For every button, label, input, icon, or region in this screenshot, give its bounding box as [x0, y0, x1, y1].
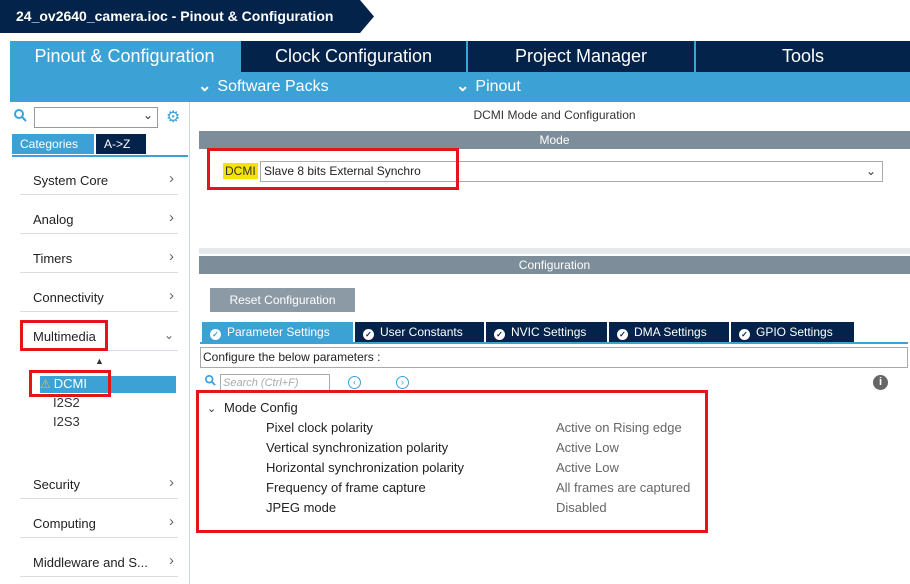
category-search-input[interactable]: ⌄ [34, 107, 158, 128]
pinout-menu[interactable]: ⌄ Pinout [456, 75, 521, 99]
category-analog[interactable]: Analog › [20, 204, 178, 234]
category-label: System Core [33, 173, 109, 188]
search-icon [14, 109, 27, 125]
info-icon[interactable]: i [873, 375, 888, 390]
category-computing[interactable]: Computing › [20, 508, 178, 538]
category-system-core[interactable]: System Core › [20, 165, 178, 195]
software-packs-label: Software Packs [217, 78, 329, 95]
check-circle-icon: ✓ [739, 329, 750, 340]
pinout-label: Pinout [475, 78, 521, 95]
tab-tools[interactable]: Tools [696, 41, 910, 72]
category-label: Analog [33, 212, 74, 227]
category-middleware[interactable]: Middleware and S... › [20, 547, 178, 577]
configuration-header: Configuration [199, 256, 910, 274]
multimedia-item-i2s2[interactable]: I2S2 [53, 395, 80, 412]
check-circle-icon: ✓ [494, 329, 505, 340]
check-circle-icon: ✓ [363, 329, 374, 340]
tab-label: DMA Settings [634, 325, 707, 339]
dcmi-config-panel: DCMI Mode and Configuration Mode DCMI Sl… [196, 102, 910, 584]
collapse-caret-icon: ▲ [95, 356, 104, 366]
section-divider [199, 248, 910, 254]
highlight-box-dcmi [29, 370, 111, 397]
configure-instructions: Configure the below parameters : [200, 347, 908, 368]
tab-underline [12, 155, 188, 157]
breadcrumb[interactable]: 24_ov2640_camera.ioc - Pinout & Configur… [0, 0, 360, 33]
tab-gpio-settings[interactable]: ✓ GPIO Settings [731, 322, 854, 342]
search-icon [205, 375, 216, 389]
breadcrumb-chevron-icon [360, 0, 374, 33]
chevron-right-icon: › [169, 513, 174, 530]
top-bar: 24_ov2640_camera.ioc - Pinout & Configur… [0, 0, 910, 33]
tab-parameter-settings[interactable]: ✓ Parameter Settings [202, 322, 353, 342]
chevron-right-icon: › [169, 209, 174, 226]
tab-label: User Constants [380, 325, 463, 339]
category-label: Computing [33, 516, 96, 531]
chevron-down-icon[interactable]: ⌄ [866, 162, 876, 181]
previous-match-icon[interactable]: ‹ [348, 376, 361, 389]
category-timers[interactable]: Timers › [20, 243, 178, 273]
chevron-right-icon: › [169, 552, 174, 569]
tab-label: Parameter Settings [227, 325, 330, 339]
next-match-icon[interactable]: › [396, 376, 409, 389]
category-security[interactable]: Security › [20, 469, 178, 499]
tab-pinout-configuration[interactable]: Pinout & Configuration [10, 41, 239, 72]
category-connectivity[interactable]: Connectivity › [20, 282, 178, 312]
tab-project-manager[interactable]: Project Manager [468, 41, 694, 72]
chevron-down-icon: ⌄ [456, 78, 470, 95]
check-circle-icon: ✓ [617, 329, 628, 340]
category-search-row: ⌄ ⚙ [10, 105, 190, 129]
chevron-right-icon: › [169, 170, 174, 187]
tab-clock-configuration[interactable]: Clock Configuration [241, 41, 466, 72]
highlight-box-mode-config [196, 390, 708, 533]
chevron-down-icon[interactable]: ⌄ [143, 108, 153, 122]
multimedia-item-i2s3[interactable]: I2S3 [53, 414, 80, 431]
highlight-box-multimedia [20, 320, 108, 351]
category-label: Security [33, 477, 80, 492]
tab-label: GPIO Settings [756, 325, 833, 339]
reset-configuration-button[interactable]: Reset Configuration [210, 288, 355, 312]
tab-underline [200, 342, 908, 344]
category-label: Middleware and S... [33, 555, 148, 570]
mode-header: Mode [199, 131, 910, 149]
tab-user-constants[interactable]: ✓ User Constants [355, 322, 484, 342]
tab-categories[interactable]: Categories [12, 134, 94, 154]
check-circle-icon: ✓ [210, 329, 221, 340]
main-tabs: Pinout & Configuration Clock Configurati… [10, 41, 910, 102]
gear-icon[interactable]: ⚙ [166, 107, 180, 127]
tab-nvic-settings[interactable]: ✓ NVIC Settings [486, 322, 607, 342]
tab-dma-settings[interactable]: ✓ DMA Settings [609, 322, 729, 342]
chevron-right-icon: › [169, 474, 174, 491]
tab-label: NVIC Settings [511, 325, 587, 339]
category-label: Connectivity [33, 290, 104, 305]
software-packs-menu[interactable]: ⌄ Software Packs [198, 75, 329, 99]
tab-a-z[interactable]: A->Z [96, 134, 146, 154]
panel-title: DCMI Mode and Configuration [473, 108, 636, 122]
highlight-box-mode [207, 148, 459, 190]
chevron-down-icon: ⌄ [198, 78, 212, 95]
categories-panel: ⌄ ⚙ Categories A->Z System Core › Analog… [10, 102, 190, 584]
category-label: Timers [33, 251, 73, 266]
chevron-right-icon: › [169, 287, 174, 304]
chevron-down-icon: ⌄ [163, 328, 174, 342]
chevron-right-icon: › [169, 248, 174, 265]
